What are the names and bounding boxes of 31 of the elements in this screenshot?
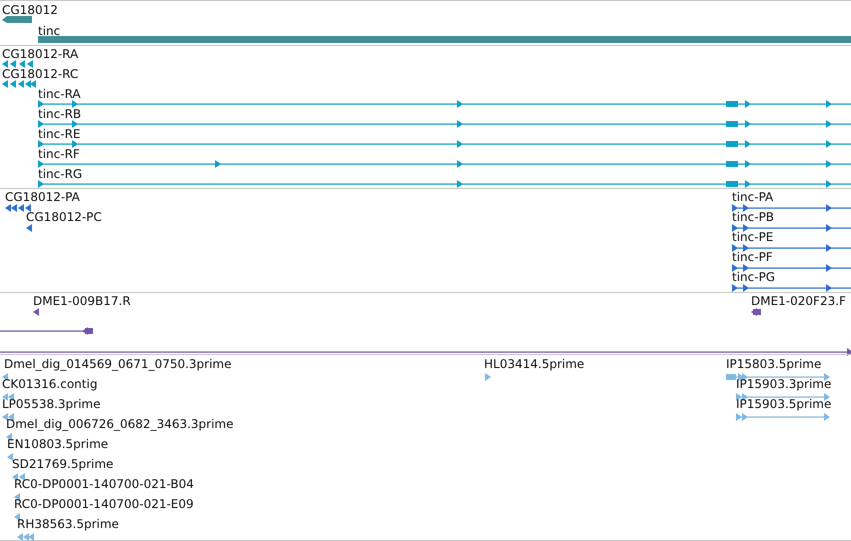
feature-label: CG18012 [2,3,58,17]
feature-label: RH38563.5prime [17,517,119,532]
feature-label: IP15903.5prime [736,397,832,412]
feature-label: tinc-PE [732,230,774,244]
feature-label: CG18012-PA [5,190,80,204]
feature-label: Dmel_dig_006726_0682_3463.3prime [6,417,234,432]
feature-label: tinc-PB [732,210,774,224]
feature-label: LP05538.3prime [2,397,101,412]
feature-label: IP15903.3prime [736,377,832,392]
feature-label: RC0-DP0001-140700-021-B04 [14,477,194,492]
feature-label: CK01316.contig [2,377,98,392]
feature-label: tinc-PF [732,250,773,264]
feature-label: tinc-PA [732,190,774,204]
feature-label: IP15803.5prime [726,357,822,372]
feature-label: tinc-RE [38,126,80,141]
feature-label: tinc [38,24,60,38]
feature-label: RC0-DP0001-140700-021-E09 [14,497,194,512]
feature-label: tinc-RA [38,86,81,101]
feature-label: Dmel_dig_014569_0671_0750.3prime [4,357,232,372]
feature-label: tinc-RG [38,166,82,181]
feature-label: DME1-009B17.R [33,294,131,308]
feature-label: CG18012-RA [2,46,78,61]
feature-label: CG18012-PC [26,210,102,224]
feature-label: EN10803.5prime [7,437,108,452]
feature-label: tinc-RB [38,106,82,121]
feature-label: HL03414.5prime [484,357,584,372]
feature-label: tinc-RF [38,146,80,161]
feature-label: tinc-PG [732,270,776,284]
feature-label: DME1-020F23.F [751,294,846,308]
feature-label: CG18012-RC [2,66,78,81]
feature-label: SD21769.5prime [12,457,114,472]
